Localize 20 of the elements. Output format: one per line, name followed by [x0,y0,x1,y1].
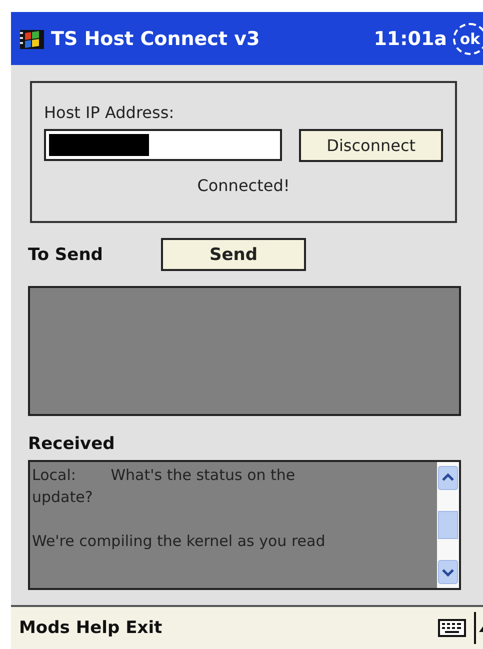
section-label: To Send [28,244,103,264]
menu-item[interactable]: Help [76,618,120,638]
keyboard-icon[interactable] [438,618,466,638]
menu-item[interactable]: Mods [19,618,70,638]
scroll-up-icon[interactable] [438,466,458,490]
field-label: Host IP Address: [44,103,174,122]
ok-button[interactable]: ok [453,22,483,54]
window-title: TS Host Connect v3 [51,28,260,50]
message-text: We're compiling the kernel as you read [32,531,326,552]
menu-item[interactable]: Exit [126,618,162,638]
ip-address-field[interactable] [44,129,282,161]
section-label: Received [28,434,115,454]
scrollbar-thumb[interactable] [438,511,458,539]
message-text: Local: What's the status on the update? [32,465,296,508]
message-input-field[interactable] [28,286,461,416]
scroll-down-icon[interactable] [438,560,458,584]
send-button[interactable]: Send [160,238,306,271]
clock-time: 11:01a [374,28,447,50]
disconnect-button[interactable]: Disconnect [299,129,443,162]
connection-status: Connected! [197,176,290,195]
